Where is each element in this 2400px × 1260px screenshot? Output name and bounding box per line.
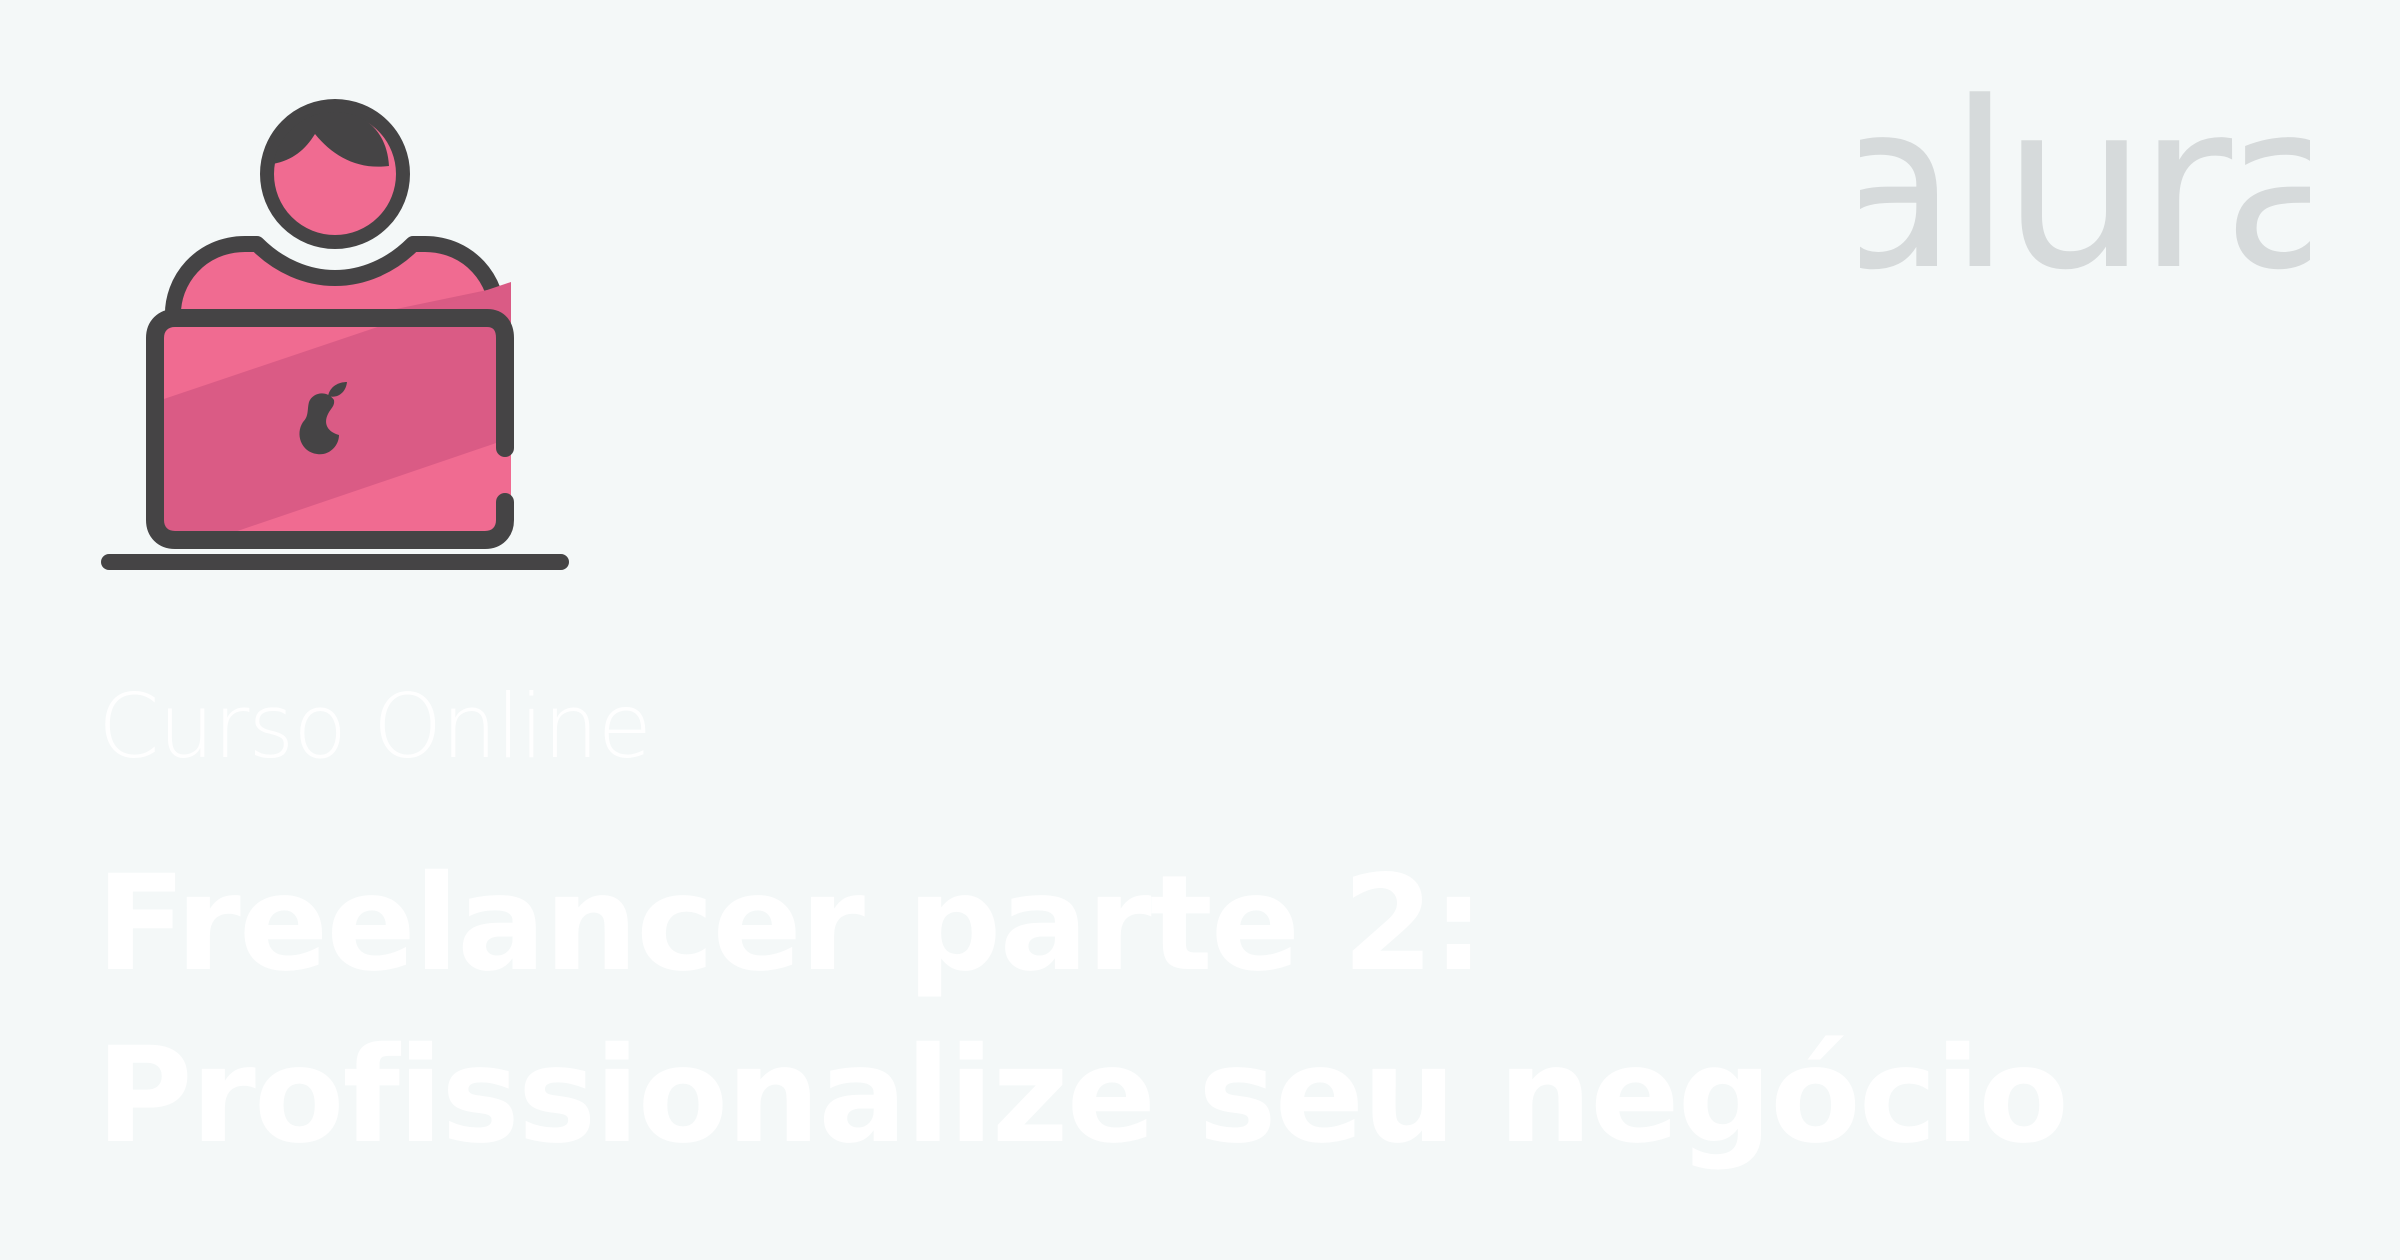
alura-logo: alura <box>1860 70 2310 280</box>
course-kicker: Curso Online <box>98 675 652 778</box>
course-banner: alura Curso Online Freelancer parte 2: P… <box>0 0 2400 1260</box>
course-title-line-2: Profissionalize seu negócio <box>96 1019 2069 1173</box>
course-title-line-1: Freelancer parte 2: <box>96 847 1485 1001</box>
svg-text:alura: alura <box>1860 70 2310 280</box>
course-title: Freelancer parte 2: Profissionalize seu … <box>96 838 2246 1182</box>
person-with-laptop-icon <box>101 99 569 570</box>
